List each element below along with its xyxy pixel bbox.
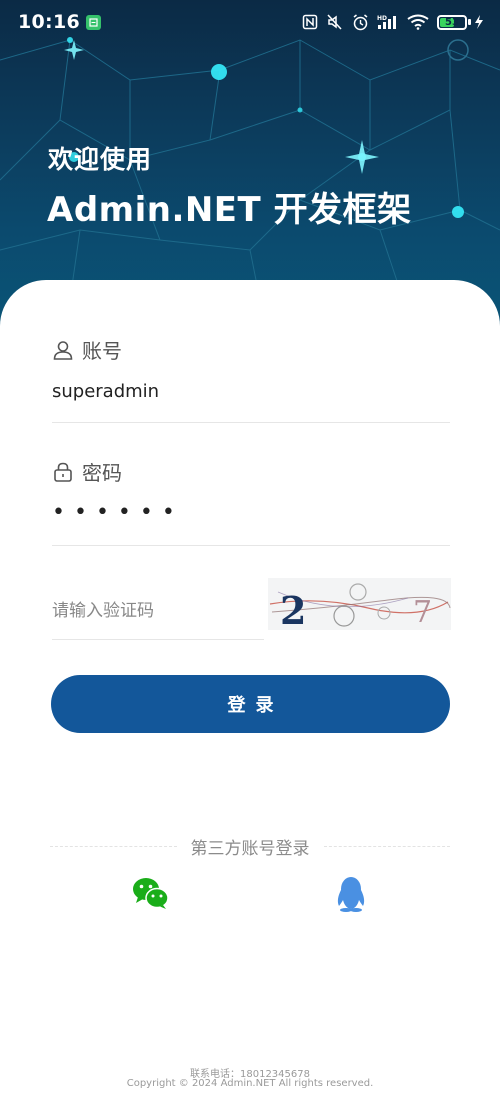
wechat-icon — [133, 878, 169, 909]
account-label-text: 账号 — [82, 339, 122, 363]
charging-icon — [475, 15, 483, 29]
qq-icon — [337, 877, 365, 912]
wechat-login-button[interactable] — [132, 876, 170, 914]
battery-level: 53 — [445, 16, 459, 28]
app-title: Admin.NET 开发框架 — [47, 190, 412, 230]
captcha-input[interactable]: 请输入验证码 — [52, 596, 154, 621]
status-bar: 10:16 HD 53 — [0, 0, 500, 44]
password-label: 密码 — [52, 457, 122, 486]
account-label: 账号 — [52, 335, 122, 364]
status-icons: HD 53 — [302, 13, 484, 31]
battery-icon: 53 — [437, 14, 467, 30]
captcha-image[interactable]: 2 7 — [268, 578, 451, 633]
nfc-icon — [302, 14, 318, 30]
signal-icon: HD — [377, 14, 399, 30]
third-party-divider: 第三方账号登录 — [50, 833, 450, 859]
account-input[interactable]: superadmin — [52, 381, 159, 402]
status-time: 10:16 — [18, 11, 80, 33]
qq-login-button[interactable] — [334, 876, 368, 916]
svg-text:7: 7 — [413, 595, 432, 630]
lock-icon — [54, 462, 72, 482]
svg-text:2: 2 — [280, 588, 306, 630]
password-underline — [52, 545, 450, 546]
password-input[interactable]: •••••• — [52, 500, 184, 525]
alarm-icon — [352, 13, 369, 31]
account-underline — [52, 422, 450, 423]
wifi-icon — [407, 14, 429, 30]
app-notification-icon — [85, 14, 101, 30]
captcha-underline — [52, 639, 264, 640]
divider-line-left — [50, 845, 177, 847]
footer-copyright: Copyright © 2024 Admin.NET All rights re… — [126, 1078, 374, 1089]
welcome-text: 欢迎使用 — [48, 145, 153, 174]
third-party-label: 第三方账号登录 — [190, 838, 310, 859]
password-label-text: 密码 — [82, 461, 122, 485]
mute-icon — [326, 14, 344, 30]
battery-indicator: 53 — [437, 14, 484, 30]
user-icon — [53, 340, 73, 360]
captcha-graphic: 2 7 — [269, 583, 451, 633]
login-button[interactable]: 登录 — [51, 675, 450, 733]
divider-line-right — [323, 845, 450, 847]
svg-text:HD: HD — [377, 15, 387, 22]
